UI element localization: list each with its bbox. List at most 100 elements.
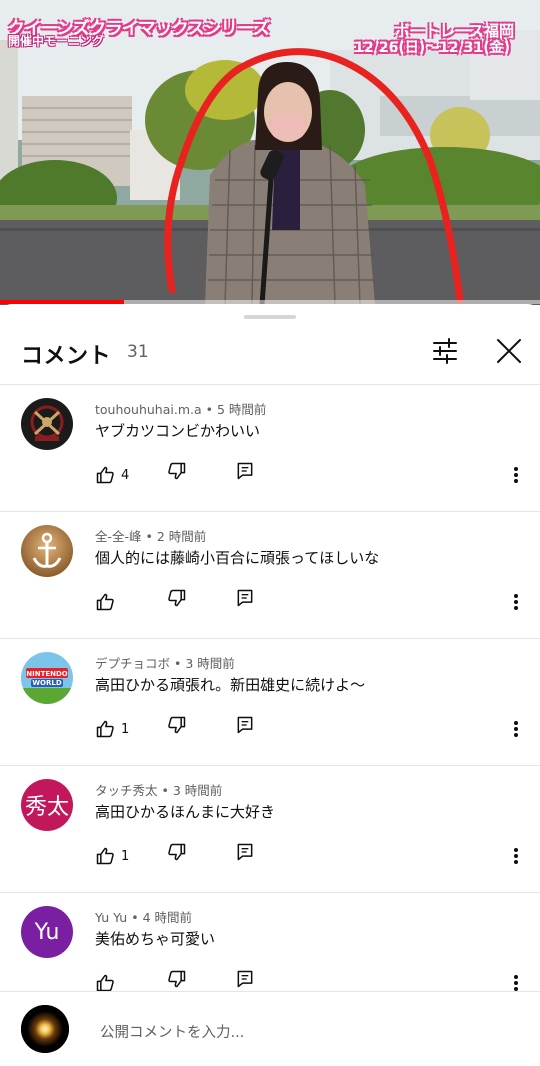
thumbs-up-icon xyxy=(96,974,114,992)
avatar-initials: 秀太 xyxy=(24,795,69,820)
like-button[interactable] xyxy=(95,588,121,616)
avatar[interactable] xyxy=(21,398,73,450)
drag-handle[interactable] xyxy=(244,315,296,319)
like-button[interactable]: 1 xyxy=(95,715,129,743)
comment-text: 個人的には藤崎小百合に頑張ってほしいな xyxy=(95,549,380,567)
svg-text:NINTENDO: NINTENDO xyxy=(26,670,68,678)
comment-item: 全-全-峰 • 2 時間前個人的には藤崎小百合に頑張ってほしいな xyxy=(0,512,540,639)
comments-sheet: コメント 31 touhouhuhai.m.a • 5 時間前 ヤブカツコンビかわ… xyxy=(0,304,540,1066)
overlay-subtitle: 開催中モーニング xyxy=(8,34,105,48)
dislike-button[interactable] xyxy=(167,969,187,993)
thumbs-up-icon xyxy=(96,593,114,611)
like-count: 1 xyxy=(121,721,130,737)
comment-count: 31 xyxy=(127,342,149,362)
comment-time: 4 時間前 xyxy=(142,910,192,925)
like-count: 1 xyxy=(121,848,130,864)
avatar-nintendo-world-image: NINTENDOWORLD xyxy=(21,652,73,704)
thumbs-down-icon xyxy=(168,970,186,988)
more-button[interactable] xyxy=(505,842,527,870)
reply-icon xyxy=(237,970,253,988)
comment-time: 3 時間前 xyxy=(172,783,223,798)
more-vertical-icon xyxy=(514,848,518,864)
more-vertical-icon xyxy=(514,975,518,991)
comment-author[interactable]: 全-全-峰 xyxy=(95,529,142,544)
comment-author[interactable]: タッチ秀太 xyxy=(95,783,158,798)
comment-text: 高田ひかる頑張れ。新田雄史に続けよ〜 xyxy=(95,676,366,694)
comment-time: 2 時間前 xyxy=(156,529,207,544)
comment-input-bar: 公開コメントを入力... xyxy=(0,992,540,1066)
reply-icon xyxy=(237,589,253,607)
thumbs-down-icon xyxy=(168,716,186,734)
close-button[interactable] xyxy=(494,336,524,366)
overlay-dates: 12/26(日)～12/31(金) xyxy=(354,40,510,56)
avatar-initials: Yu xyxy=(34,919,60,945)
dislike-button[interactable] xyxy=(167,715,187,739)
reply-icon xyxy=(237,462,253,480)
reply-button[interactable] xyxy=(235,461,255,485)
thumbs-up-icon xyxy=(96,847,114,865)
comment-actions: 1 xyxy=(95,842,535,870)
meta-separator: • xyxy=(141,529,157,544)
comment-author[interactable]: デプチョコボ xyxy=(95,656,170,671)
avatar[interactable] xyxy=(21,525,73,577)
more-button[interactable] xyxy=(505,588,527,616)
thumbs-up-icon xyxy=(96,466,114,484)
dislike-button[interactable] xyxy=(167,461,187,485)
reply-button[interactable] xyxy=(235,715,255,739)
comment-text: 高田ひかるほんまに大好き xyxy=(95,803,276,821)
like-button[interactable]: 4 xyxy=(95,461,129,489)
comment-actions: 1 xyxy=(95,715,535,743)
more-button[interactable] xyxy=(505,461,527,489)
comment-actions xyxy=(95,588,535,616)
comment-meta: touhouhuhai.m.a • 5 時間前 xyxy=(95,399,266,418)
self-avatar-image xyxy=(21,1005,69,1053)
comment-text: ヤブカツコンビかわいい xyxy=(95,422,261,440)
dislike-button[interactable] xyxy=(167,588,187,612)
close-icon xyxy=(497,339,521,363)
comment-actions: 4 xyxy=(95,461,535,489)
avatar-anchor-image xyxy=(21,525,73,577)
more-button[interactable] xyxy=(505,715,527,743)
comment-time: 3 時間前 xyxy=(185,656,235,671)
reply-icon xyxy=(237,843,253,861)
thumbs-down-icon xyxy=(168,462,186,480)
meta-separator: • xyxy=(157,783,173,798)
like-button[interactable]: 1 xyxy=(95,842,129,870)
sort-filter-button[interactable] xyxy=(430,336,460,366)
meta-separator: • xyxy=(201,402,217,417)
meta-separator: • xyxy=(127,910,143,925)
comment-meta: Yu Yu • 4 時間前 xyxy=(95,907,192,926)
more-vertical-icon xyxy=(514,594,518,610)
comment-time: 5 時間前 xyxy=(216,402,267,417)
thumbs-down-icon xyxy=(168,843,186,861)
thumbs-down-icon xyxy=(168,589,186,607)
meta-separator: • xyxy=(170,656,186,671)
reply-button[interactable] xyxy=(235,588,255,612)
comment-item: 秀太 タッチ秀太 • 3 時間前高田ひかるほんまに大好き 1 xyxy=(0,766,540,893)
avatar[interactable] xyxy=(21,1005,69,1053)
sheet-title: コメント xyxy=(21,344,112,369)
more-vertical-icon xyxy=(514,721,518,737)
avatar[interactable]: Yu xyxy=(21,906,73,958)
comment-item: NINTENDO WORLD デプチョコボ • 3 時間前高田ひかる頑張れ。新田雄史… xyxy=(0,639,540,766)
comment-input[interactable]: 公開コメントを入力... xyxy=(100,1021,244,1042)
comment-author[interactable]: touhouhuhai.m.a xyxy=(95,402,202,417)
comment-meta: タッチ秀太 • 3 時間前 xyxy=(95,780,222,799)
reply-button[interactable] xyxy=(235,969,255,993)
sliders-icon xyxy=(433,338,457,364)
avatar-emblem-image xyxy=(21,398,73,450)
avatar[interactable]: NINTENDO WORLD xyxy=(21,652,73,704)
dislike-button[interactable] xyxy=(167,842,187,866)
reply-icon xyxy=(237,716,253,734)
comment-item: touhouhuhai.m.a • 5 時間前 ヤブカツコンビかわいい 4 xyxy=(0,385,540,512)
video-player[interactable]: クイーンズクライマックスシリーズ 開催中モーニング ボートレース福岡 12/26… xyxy=(0,0,540,305)
reply-button[interactable] xyxy=(235,842,255,866)
comment-text: 美佑めちゃ可愛い xyxy=(95,930,216,948)
thumbs-up-icon xyxy=(96,720,114,738)
svg-text:WORLD: WORLD xyxy=(32,679,62,687)
sheet-header: コメント 31 xyxy=(0,330,540,384)
comment-meta: デプチョコボ • 3 時間前 xyxy=(95,653,235,672)
avatar[interactable]: 秀太 xyxy=(21,779,73,831)
comment-author[interactable]: Yu Yu xyxy=(95,910,127,925)
more-vertical-icon xyxy=(514,467,518,483)
